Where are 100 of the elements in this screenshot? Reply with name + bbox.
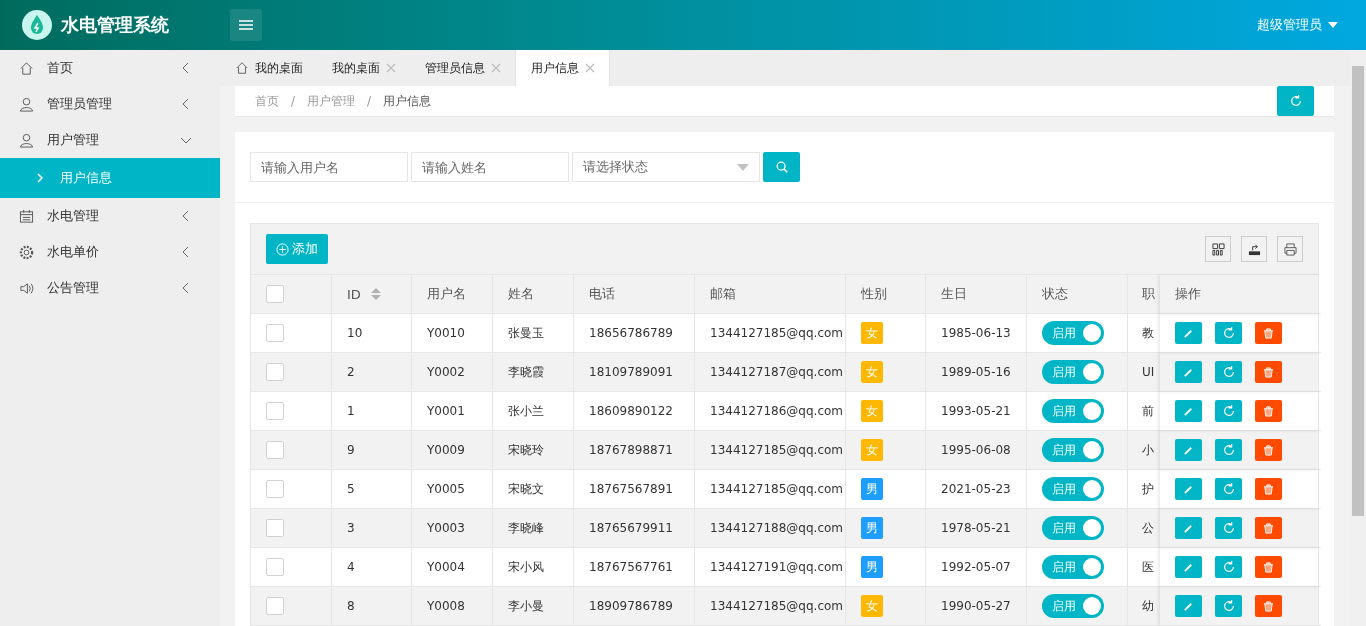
menu-button[interactable]	[230, 9, 262, 41]
delete-button[interactable]	[1255, 478, 1282, 500]
edit-button[interactable]	[1175, 556, 1202, 578]
edit-button[interactable]	[1175, 361, 1202, 383]
table-cell: 18609890122	[589, 404, 673, 418]
delete-button[interactable]	[1255, 322, 1282, 344]
status-switch[interactable]: 启用	[1042, 321, 1104, 345]
delete-button[interactable]	[1255, 517, 1282, 539]
caret-icon	[1328, 22, 1338, 28]
status-switch[interactable]: 启用	[1042, 399, 1104, 423]
row-checkbox[interactable]	[266, 363, 284, 381]
status-switch[interactable]: 启用	[1042, 477, 1104, 501]
close-icon[interactable]	[491, 63, 501, 73]
tab[interactable]: 用户信息	[515, 50, 610, 86]
delete-button[interactable]	[1255, 556, 1282, 578]
reset-button[interactable]	[1215, 595, 1242, 617]
table-cell: 18109789091	[589, 365, 673, 379]
sidebar-item[interactable]: 用户信息	[0, 158, 220, 198]
refresh-button[interactable]	[1277, 86, 1314, 116]
table-cell: 3	[347, 521, 355, 535]
row-checkbox[interactable]	[266, 402, 284, 420]
edit-button[interactable]	[1175, 322, 1202, 344]
row-checkbox[interactable]	[266, 480, 284, 498]
sidebar-item[interactable]: 用户管理	[0, 122, 220, 158]
status-switch[interactable]: 启用	[1042, 594, 1104, 618]
table-cell: 1985-06-13	[941, 326, 1011, 340]
close-icon[interactable]	[386, 63, 396, 73]
tab[interactable]: 我的桌面	[317, 50, 410, 86]
trash-icon	[1263, 561, 1274, 573]
reset-button[interactable]	[1215, 556, 1242, 578]
reset-button[interactable]	[1215, 478, 1242, 500]
reset-button[interactable]	[1215, 439, 1242, 461]
edit-button[interactable]	[1175, 595, 1202, 617]
user-menu[interactable]: 超级管理员	[1251, 15, 1344, 35]
status-dropdown[interactable]: 请选择状态	[572, 152, 760, 182]
status-switch[interactable]: 启用	[1042, 438, 1104, 462]
select-all-checkbox[interactable]	[266, 285, 284, 303]
sidebar-item[interactable]: 水电管理	[0, 198, 220, 234]
table-cell: 1	[347, 404, 355, 418]
gender-tag: 女	[861, 361, 883, 383]
gender-tag: 女	[861, 595, 883, 617]
sidebar-item[interactable]: 首页	[0, 50, 220, 86]
sidebar-item[interactable]: 水电单价	[0, 234, 220, 270]
breadcrumb-link[interactable]: 用户管理	[307, 92, 356, 110]
edit-button[interactable]	[1175, 478, 1202, 500]
trash-icon	[1263, 444, 1274, 456]
add-button[interactable]: 添加	[266, 234, 328, 264]
gender-tag: 女	[861, 439, 883, 461]
table-cell: 公	[1142, 519, 1154, 537]
menu-icon	[238, 19, 254, 31]
row-checkbox[interactable]	[266, 558, 284, 576]
breadcrumb-link[interactable]: 首页	[255, 92, 279, 110]
tab[interactable]: 管理员信息	[410, 50, 515, 86]
scrollbar[interactable]	[1350, 50, 1366, 626]
pencil-icon	[1183, 483, 1194, 495]
home-icon	[19, 60, 34, 76]
sidebar-item[interactable]: 公告管理	[0, 270, 220, 306]
status-switch[interactable]: 启用	[1042, 555, 1104, 579]
reset-button[interactable]	[1215, 322, 1242, 344]
delete-button[interactable]	[1255, 595, 1282, 617]
status-switch[interactable]: 启用	[1042, 516, 1104, 540]
edit-button[interactable]	[1175, 517, 1202, 539]
row-checkbox[interactable]	[266, 324, 284, 342]
pencil-icon	[1183, 522, 1194, 534]
column-header: 用户名	[427, 285, 466, 303]
reset-button[interactable]	[1215, 400, 1242, 422]
tab[interactable]: 我的桌面	[220, 50, 317, 86]
sort-icon[interactable]	[370, 287, 381, 301]
print-button[interactable]	[1277, 236, 1303, 262]
search-button[interactable]	[763, 152, 800, 182]
refresh-icon	[1288, 94, 1303, 108]
sidebar-item[interactable]: 管理员管理	[0, 86, 220, 122]
row-checkbox[interactable]	[266, 597, 284, 615]
username-field[interactable]: 请输入用户名	[250, 152, 408, 182]
close-icon[interactable]	[585, 63, 595, 73]
grid-icon	[1211, 242, 1225, 256]
edit-button[interactable]	[1175, 439, 1202, 461]
pencil-icon	[1183, 327, 1194, 339]
columns-button[interactable]	[1205, 236, 1231, 262]
name-field[interactable]: 请输入姓名	[411, 152, 569, 182]
table-cell: 1992-05-07	[941, 560, 1011, 574]
column-header: 生日	[941, 285, 967, 303]
delete-button[interactable]	[1255, 361, 1282, 383]
edit-button[interactable]	[1175, 400, 1202, 422]
export-button[interactable]	[1241, 236, 1267, 262]
app-title: 水电管理系统	[61, 13, 169, 37]
table-cell: 护	[1142, 480, 1154, 498]
delete-button[interactable]	[1255, 400, 1282, 422]
reset-button[interactable]	[1215, 517, 1242, 539]
status-switch[interactable]: 启用	[1042, 360, 1104, 384]
settings-icon	[19, 244, 34, 260]
table-cell: 18765679911	[589, 521, 673, 535]
row-checkbox[interactable]	[266, 441, 284, 459]
reset-button[interactable]	[1215, 361, 1242, 383]
table-cell: 1344127188@qq.com	[710, 521, 844, 535]
row-checkbox[interactable]	[266, 519, 284, 537]
refresh-icon	[1221, 326, 1236, 340]
delete-button[interactable]	[1255, 439, 1282, 461]
breadcrumb-link[interactable]: 用户信息	[383, 92, 432, 110]
table-cell: 教	[1142, 324, 1154, 342]
